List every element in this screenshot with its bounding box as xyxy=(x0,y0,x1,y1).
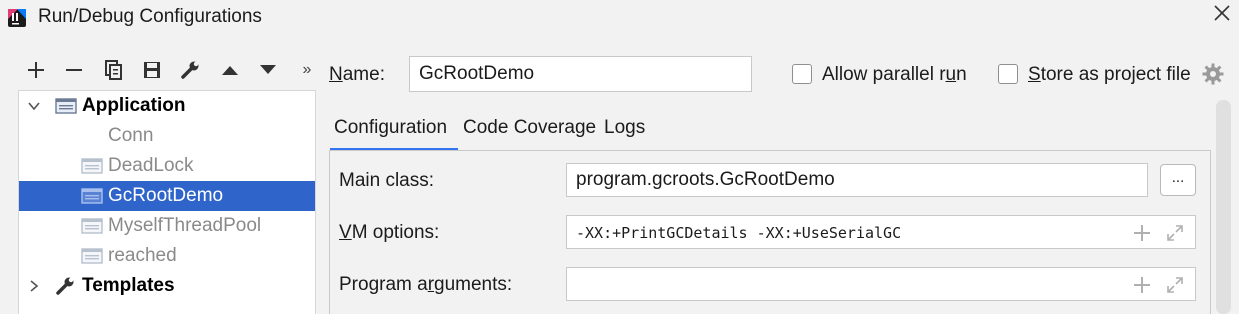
move-down-icon xyxy=(260,65,276,74)
tree-node-conn[interactable]: Conn xyxy=(19,121,315,151)
application-config-icon xyxy=(81,188,103,204)
tab-bar: Configuration Code Coverage Logs xyxy=(330,112,1210,152)
tree-node-label: GcRootDemo xyxy=(108,185,224,206)
allow-parallel-run-checkbox[interactable] xyxy=(792,64,812,84)
add-icon[interactable] xyxy=(1133,224,1151,242)
browse-main-class-button[interactable]: ... xyxy=(1160,164,1196,196)
more-icon: » xyxy=(302,61,312,78)
remove-icon xyxy=(66,69,82,71)
copy-button[interactable] xyxy=(100,56,128,84)
add-icon[interactable] xyxy=(1133,276,1151,294)
tree-node-gcrootdemo[interactable]: GcRootDemo xyxy=(19,181,315,211)
intellij-app-icon xyxy=(8,9,26,27)
tree-node-reached[interactable]: reached xyxy=(19,241,315,271)
vertical-scrollbar[interactable] xyxy=(1216,100,1231,314)
tree-node-deadlock[interactable]: DeadLock xyxy=(19,151,315,181)
tree-node-label: reached xyxy=(108,245,177,266)
save-button[interactable] xyxy=(138,56,166,84)
chevron-down-icon[interactable] xyxy=(27,99,41,113)
vm-options-input[interactable]: -XX:+PrintGCDetails -XX:+UseSerialGC xyxy=(566,215,1196,249)
save-icon xyxy=(144,62,160,78)
wrench-icon xyxy=(56,277,74,295)
tree-node-label: MyselfThreadPool xyxy=(108,215,262,236)
tab-configuration[interactable]: Configuration xyxy=(334,117,447,139)
configuration-tree: Application Conn DeadLock GcRootDemo Mys… xyxy=(18,90,316,314)
application-config-icon xyxy=(55,98,77,114)
tree-node-application[interactable]: Application xyxy=(19,91,315,121)
wrench-icon xyxy=(181,61,199,79)
more-button[interactable]: » xyxy=(292,56,320,84)
tab-logs[interactable]: Logs xyxy=(604,117,645,139)
main-class-input[interactable]: program.gcroots.GcRootDemo xyxy=(566,163,1148,197)
application-config-icon xyxy=(81,158,103,174)
gear-icon[interactable] xyxy=(1202,63,1224,85)
expand-icon[interactable] xyxy=(1166,224,1184,242)
move-down-button[interactable] xyxy=(254,56,282,84)
tree-toolbar: » xyxy=(18,56,318,86)
name-input[interactable] xyxy=(409,56,752,92)
program-arguments-input[interactable] xyxy=(566,267,1196,301)
tree-node-label: Templates xyxy=(82,275,175,296)
tree-node-templates[interactable]: Templates xyxy=(19,271,315,301)
remove-button[interactable] xyxy=(60,56,88,84)
application-config-icon xyxy=(81,248,103,264)
move-up-icon xyxy=(222,66,238,75)
tree-node-label: Application xyxy=(82,95,186,116)
allow-parallel-run-label: Allow parallel run xyxy=(822,64,967,85)
chevron-right-icon[interactable] xyxy=(27,279,41,293)
store-as-project-file-label: Store as project file xyxy=(1028,64,1191,85)
window-title: Run/Debug Configurations xyxy=(38,6,262,27)
name-label: Name: xyxy=(329,64,385,85)
add-icon xyxy=(28,62,44,78)
move-up-button[interactable] xyxy=(216,56,244,84)
main-class-label: Main class: xyxy=(339,170,435,191)
edit-templates-button[interactable] xyxy=(176,56,204,84)
application-config-icon xyxy=(81,218,103,234)
title-bar: Run/Debug Configurations xyxy=(0,0,1239,38)
vm-options-label: VM options: xyxy=(339,222,440,243)
copy-icon xyxy=(105,60,122,80)
tab-code-coverage[interactable]: Code Coverage xyxy=(463,117,596,139)
expand-icon[interactable] xyxy=(1166,276,1184,294)
tree-node-label: DeadLock xyxy=(108,155,194,176)
close-icon[interactable] xyxy=(1211,2,1233,24)
tree-node-myselfthreadpool[interactable]: MyselfThreadPool xyxy=(19,211,315,241)
program-arguments-label: Program arguments: xyxy=(339,274,513,295)
store-as-project-file-checkbox[interactable] xyxy=(998,64,1018,84)
add-button[interactable] xyxy=(22,56,50,84)
tree-node-label: Conn xyxy=(108,125,154,146)
